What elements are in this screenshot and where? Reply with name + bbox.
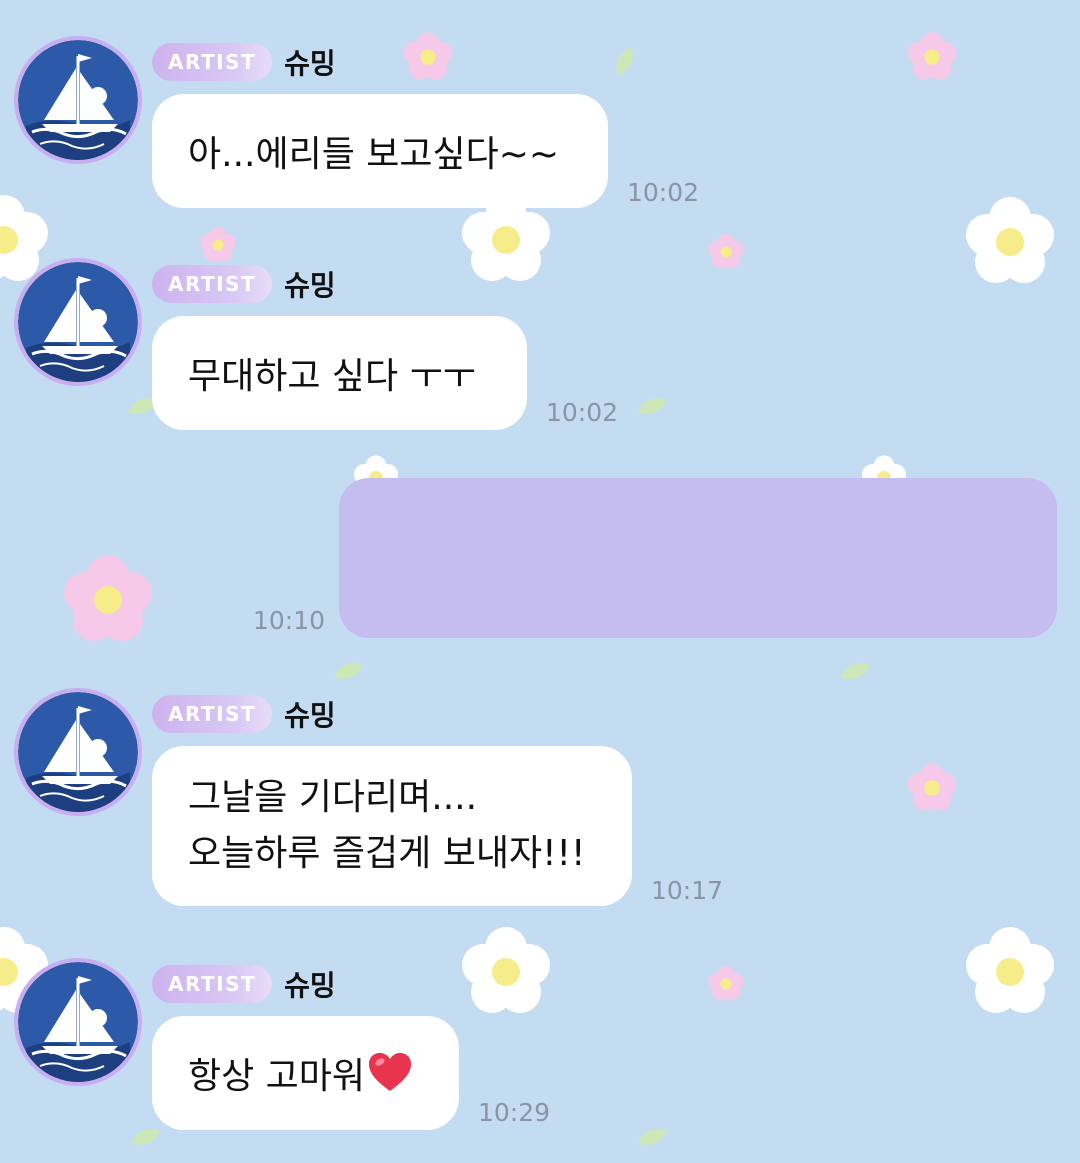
avatar[interactable]	[14, 258, 142, 386]
avatar[interactable]	[14, 958, 142, 1086]
chat-thread[interactable]: ARTIST 슈밍 아...에리들 보고싶다~~ 10:02 ARTIST 슈밍…	[0, 0, 1080, 1163]
avatar-ship-icon	[18, 262, 138, 382]
message-bubble[interactable]: 그날을 기다리며.... 오늘하루 즐겁게 보내자!!!	[152, 746, 632, 906]
avatar[interactable]	[14, 688, 142, 816]
sender-name: 슈밍	[284, 969, 336, 1002]
artist-badge: ARTIST	[152, 695, 273, 733]
message-text: 오늘하루 즐겁게 보내자!!!	[188, 833, 586, 874]
message-bubble[interactable]: 무대하고 싶다 ㅜㅜ	[152, 316, 527, 430]
sender-name: 슈밍	[284, 47, 336, 80]
message-time: 10:10	[253, 606, 326, 635]
message-text: 항상 고마워	[188, 1056, 366, 1097]
message-time: 10:02	[627, 178, 700, 207]
avatar-ship-icon	[18, 40, 138, 160]
artist-badge: ARTIST	[152, 965, 273, 1003]
avatar-ship-icon	[18, 962, 138, 1082]
message-bubble[interactable]: 항상 고마워	[152, 1016, 459, 1130]
artist-badge: ARTIST	[152, 43, 273, 81]
message-text: 그날을 기다리며....	[188, 777, 478, 818]
sender-name: 슈밍	[284, 699, 336, 732]
sender-name: 슈밍	[284, 269, 336, 302]
message-time: 10:17	[651, 876, 724, 905]
heart-emoji	[369, 1053, 412, 1091]
avatar[interactable]	[14, 36, 142, 164]
message-text: 아...에리들 보고싶다~~	[188, 134, 560, 175]
message-bubble[interactable]: 아...에리들 보고싶다~~	[152, 94, 608, 208]
message-time: 10:29	[478, 1098, 551, 1127]
my-message-bubble[interactable]	[339, 478, 1057, 638]
artist-badge: ARTIST	[152, 265, 273, 303]
message-time: 10:02	[546, 398, 619, 427]
message-text: 무대하고 싶다 ㅜㅜ	[188, 356, 476, 397]
avatar-ship-icon	[18, 692, 138, 812]
